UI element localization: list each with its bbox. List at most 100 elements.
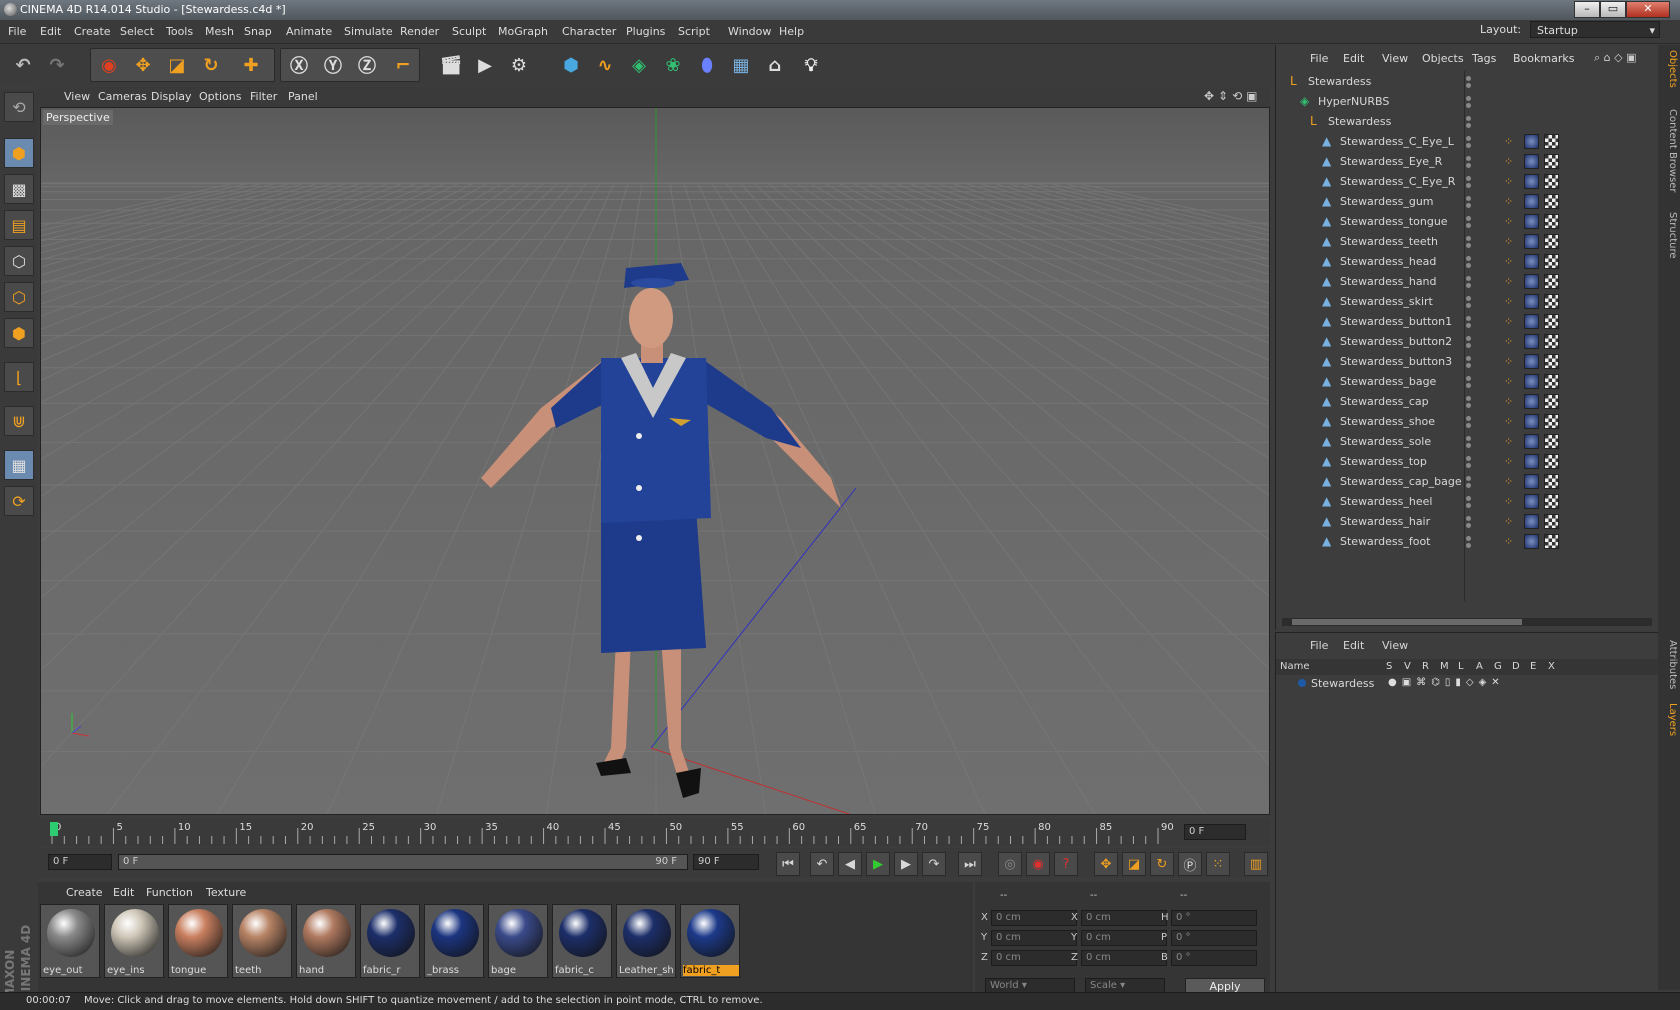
- menu-window[interactable]: Window: [728, 25, 771, 38]
- texture-tag-icon[interactable]: [1544, 174, 1559, 189]
- current-frame-field[interactable]: 0 F: [1184, 824, 1246, 840]
- layer-color-swatch[interactable]: [1298, 679, 1306, 687]
- menu-snap[interactable]: Snap: [244, 25, 272, 38]
- material-menu-function[interactable]: Function: [146, 886, 193, 899]
- layer-column-header[interactable]: V: [1404, 661, 1411, 672]
- layer-column-header[interactable]: M: [1440, 661, 1449, 672]
- x-axis-icon[interactable]: Ⓧ: [284, 50, 314, 80]
- object-name[interactable]: Stewardess_button3: [1340, 355, 1452, 368]
- edges-mode-icon[interactable]: ⬡: [4, 282, 34, 312]
- object-name[interactable]: Stewardess_C_Eye_L: [1340, 135, 1454, 148]
- visibility-dots[interactable]: [1466, 456, 1476, 468]
- viewport-menu-view[interactable]: View: [64, 90, 90, 103]
- visibility-dots[interactable]: [1466, 256, 1476, 268]
- phong-tag-icon[interactable]: ⁘: [1504, 195, 1513, 208]
- texture-tag-icon[interactable]: [1544, 414, 1559, 429]
- object-row[interactable]: L Stewardess: [1276, 112, 1659, 132]
- menu-mograph[interactable]: MoGraph: [498, 25, 548, 38]
- coord-value-field[interactable]: 0 °: [1171, 930, 1257, 946]
- points-mode-icon[interactable]: ⬡: [4, 246, 34, 276]
- layer-column-header[interactable]: D: [1512, 661, 1520, 672]
- spline-icon[interactable]: ∿: [590, 50, 620, 80]
- coord-value-field[interactable]: 0 cm: [991, 930, 1077, 946]
- object-name[interactable]: Stewardess_button1: [1340, 315, 1452, 328]
- object-name[interactable]: Stewardess_cap_bage: [1340, 475, 1462, 488]
- material-tag-icon[interactable]: [1524, 214, 1539, 229]
- layer-column-header[interactable]: E: [1530, 661, 1536, 672]
- z-axis-icon[interactable]: Ⓩ: [352, 50, 382, 80]
- coord-value-field[interactable]: 0 cm: [1081, 930, 1167, 946]
- object-row[interactable]: L Stewardess: [1276, 72, 1659, 92]
- axis-mode-icon[interactable]: ⌊: [4, 362, 34, 392]
- object-name[interactable]: Stewardess_heel: [1340, 495, 1432, 508]
- camera-icon[interactable]: ⌂: [760, 50, 790, 80]
- layer-toggles[interactable]: ●▣⌘⌬▯▮◇◈✕: [1388, 677, 1505, 688]
- object-row[interactable]: ▲ Stewardess_hair ⁘: [1276, 512, 1659, 532]
- viewport-menu-filter[interactable]: Filter: [250, 90, 277, 103]
- object-name[interactable]: Stewardess_top: [1340, 455, 1427, 468]
- phong-tag-icon[interactable]: ⁘: [1504, 475, 1513, 488]
- phong-tag-icon[interactable]: ⁘: [1504, 355, 1513, 368]
- phong-tag-icon[interactable]: ⁘: [1504, 495, 1513, 508]
- menu-tools[interactable]: Tools: [166, 25, 193, 38]
- object-row[interactable]: ▲ Stewardess_tongue ⁘: [1276, 212, 1659, 232]
- material-swatch[interactable]: fabric_c: [552, 904, 612, 978]
- object-name[interactable]: Stewardess_shoe: [1340, 415, 1435, 428]
- layer-row[interactable]: Stewardess ●▣⌘⌬▯▮◇◈✕: [1276, 676, 1659, 692]
- texture-tag-icon[interactable]: [1544, 374, 1559, 389]
- phong-tag-icon[interactable]: ⁘: [1504, 535, 1513, 548]
- texture-tag-icon[interactable]: [1544, 254, 1559, 269]
- menu-file[interactable]: File: [8, 25, 26, 38]
- deformer-icon[interactable]: ⬮: [692, 50, 722, 80]
- object-menu-tags[interactable]: Tags: [1472, 52, 1496, 65]
- material-tag-icon[interactable]: [1524, 494, 1539, 509]
- texture-tag-icon[interactable]: [1544, 514, 1559, 529]
- object-row[interactable]: ▲ Stewardess_button2 ⁘: [1276, 332, 1659, 352]
- menu-render[interactable]: Render: [400, 25, 439, 38]
- object-name[interactable]: Stewardess_cap: [1340, 395, 1429, 408]
- live-selection-icon[interactable]: ◉: [94, 50, 124, 80]
- menu-sculpt[interactable]: Sculpt: [452, 25, 486, 38]
- visibility-dots[interactable]: [1466, 96, 1476, 108]
- object-row[interactable]: ▲ Stewardess_cap ⁘: [1276, 392, 1659, 412]
- object-row[interactable]: ▲ Stewardess_sole ⁘: [1276, 432, 1659, 452]
- material-tag-icon[interactable]: [1524, 194, 1539, 209]
- material-swatch[interactable]: Leather_sh: [616, 904, 676, 978]
- menu-animate[interactable]: Animate: [286, 25, 332, 38]
- menu-simulate[interactable]: Simulate: [344, 25, 393, 38]
- visibility-dots[interactable]: [1466, 76, 1476, 88]
- visibility-dots[interactable]: [1466, 516, 1476, 528]
- menu-create[interactable]: Create: [74, 25, 111, 38]
- phong-tag-icon[interactable]: ⁘: [1504, 155, 1513, 168]
- visibility-dots[interactable]: [1466, 136, 1476, 148]
- phong-tag-icon[interactable]: ⁘: [1504, 295, 1513, 308]
- end-frame-field[interactable]: 90 F: [693, 854, 759, 870]
- coord-value-field[interactable]: 0 °: [1171, 950, 1257, 966]
- object-row[interactable]: ▲ Stewardess_shoe ⁘: [1276, 412, 1659, 432]
- side-tab-structure[interactable]: Structure: [1660, 205, 1678, 265]
- minimize-button[interactable]: –: [1574, 1, 1600, 18]
- material-tag-icon[interactable]: [1524, 134, 1539, 149]
- object-menu-view[interactable]: View: [1382, 52, 1408, 65]
- object-search-icon[interactable]: ⌕ ⌂ ◇ ▣: [1594, 51, 1637, 65]
- coordinate-system-icon[interactable]: ⌐: [388, 50, 418, 80]
- texture-tag-icon[interactable]: [1544, 154, 1559, 169]
- perspective-viewport[interactable]: Perspective: [40, 107, 1270, 815]
- visibility-dots[interactable]: [1466, 476, 1476, 488]
- material-tag-icon[interactable]: [1524, 234, 1539, 249]
- texture-tag-icon[interactable]: [1544, 494, 1559, 509]
- visibility-dots[interactable]: [1466, 276, 1476, 288]
- texture-tag-icon[interactable]: [1544, 234, 1559, 249]
- go-to-end-icon[interactable]: ⏭: [958, 852, 982, 876]
- texture-tag-icon[interactable]: [1544, 474, 1559, 489]
- texture-tag-icon[interactable]: [1544, 314, 1559, 329]
- phong-tag-icon[interactable]: ⁘: [1504, 395, 1513, 408]
- material-tag-icon[interactable]: [1524, 454, 1539, 469]
- object-row[interactable]: ▲ Stewardess_teeth ⁘: [1276, 232, 1659, 252]
- object-name[interactable]: Stewardess_button2: [1340, 335, 1452, 348]
- object-row[interactable]: ▲ Stewardess_cap_bage ⁘: [1276, 472, 1659, 492]
- record-keys-icon[interactable]: ◎: [998, 852, 1022, 876]
- phong-tag-icon[interactable]: ⁘: [1504, 515, 1513, 528]
- phong-tag-icon[interactable]: ⁘: [1504, 455, 1513, 468]
- layer-column-header[interactable]: X: [1548, 661, 1555, 672]
